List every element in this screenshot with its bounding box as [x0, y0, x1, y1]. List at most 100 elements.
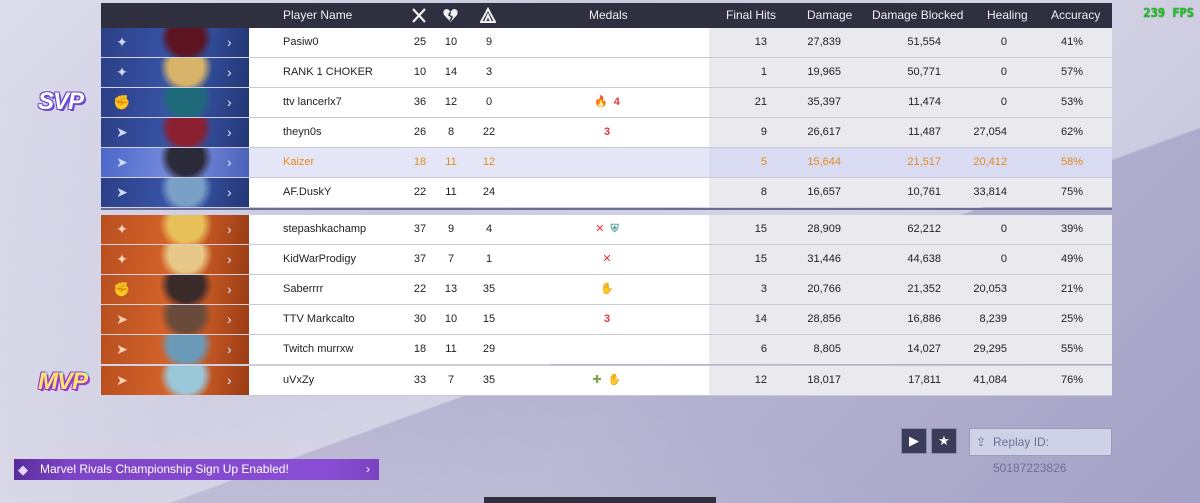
header-final-hits: Final Hits	[726, 8, 777, 22]
assists-value: 35	[482, 283, 496, 295]
replay-id-label: Replay ID: 50187223826	[993, 435, 1067, 475]
header-healing: Healing	[987, 8, 1028, 22]
medal-icon[interactable]: 4	[614, 96, 620, 108]
accuracy-value: 49%	[1060, 253, 1083, 265]
hero-portrait-image	[155, 335, 217, 364]
medal-icon[interactable]: ⛨	[610, 223, 618, 235]
chevron-right-icon: ›	[227, 341, 232, 357]
role-duelist-icon: ✊	[113, 94, 131, 110]
damage-blocked-value: 62,212	[907, 223, 941, 235]
player-row[interactable]: ➤ › TTV Markcalto 30 10 15 3 14 28,856 16,886 8,23…	[101, 305, 1112, 334]
hero-portrait[interactable]: ➤ ›	[101, 305, 249, 334]
medal-icon[interactable]: ✋	[600, 283, 614, 295]
damage-value: 16,657	[807, 186, 841, 198]
row-separator	[249, 395, 1112, 396]
accuracy-value: 25%	[1060, 313, 1083, 325]
medal-icon[interactable]: ✕	[595, 223, 604, 235]
chevron-right-icon: ›	[227, 154, 232, 170]
damage-value: 19,965	[807, 66, 841, 78]
damage-value: 27,839	[807, 36, 841, 48]
player-name: Twitch murrxw	[283, 343, 354, 355]
mvp-badge: MVP	[38, 368, 88, 395]
medal-icon[interactable]: ✋	[608, 374, 622, 386]
kills-value: 22	[413, 186, 427, 198]
final-hits-value: 15	[754, 253, 767, 265]
kills-value: 25	[413, 36, 427, 48]
championship-banner[interactable]: ◆ Marvel Rivals Championship Sign Up Ena…	[14, 459, 379, 480]
player-row[interactable]: ➤ › uVxZy 33 7 35 ✚ ✋ 12 18,017 17,811 41,084 76%	[101, 366, 1112, 395]
replay-id-button[interactable]: ⇪ Replay ID: 50187223826	[969, 428, 1112, 475]
hero-portrait-image	[155, 88, 217, 117]
player-row[interactable]: ✦ › stepashkachamp 37 9 4 ✕ ⛨ 15 28,909 62,212 0 39%	[101, 215, 1112, 244]
damage-value: 26,617	[807, 126, 841, 138]
accuracy-value: 53%	[1060, 96, 1083, 108]
hero-portrait[interactable]: ✦ ›	[101, 58, 249, 87]
player-row[interactable]: ➤ › Kaizer 18 11 12 5 15,644 21,517 20,412 58%	[101, 148, 1112, 177]
damage-value: 8,805	[813, 343, 841, 355]
hero-portrait[interactable]: ✊ ›	[101, 88, 249, 117]
medal-icon[interactable]: ✕	[602, 253, 611, 265]
final-hits-value: 8	[760, 186, 767, 198]
role-strategist-icon: ➤	[116, 372, 128, 388]
damage-blocked-value: 17,811	[908, 374, 941, 386]
kills-value: 26	[413, 126, 427, 138]
marvel-rivals-logo-icon: ◆	[18, 462, 28, 477]
accuracy-value: 58%	[1060, 156, 1083, 168]
medal-icon[interactable]: ✚	[593, 374, 602, 386]
player-row[interactable]: ➤ › theyn0s 26 8 22 3 9 26,617 11,487 27,054 62%	[101, 118, 1112, 147]
kills-value: 18	[413, 156, 427, 168]
player-row[interactable]: ➤ › Twitch murrxw 18 11 29 6 8,805 14,027 29,295 5…	[101, 335, 1112, 364]
hero-portrait-image	[155, 305, 217, 334]
deaths-value: 11	[445, 186, 457, 198]
chevron-right-icon: ›	[227, 124, 232, 140]
damage-blocked-value: 14,027	[907, 343, 941, 355]
deaths-value: 14	[444, 66, 458, 78]
row-separator	[249, 147, 1112, 148]
role-strategist-icon: ➤	[116, 124, 128, 140]
medal-icon[interactable]: 3	[604, 126, 610, 138]
hero-portrait[interactable]: ✦ ›	[101, 215, 249, 244]
deaths-value: 7	[447, 253, 455, 265]
favorite-button[interactable]: ★	[931, 428, 957, 454]
medal-icon[interactable]: 3	[604, 313, 610, 325]
player-row[interactable]: ✦ › KidWarProdigy 37 7 1 ✕ 15 31,446 44,638 0 49%	[101, 245, 1112, 274]
player-row[interactable]: ✦ › RANK 1 CHOKER 10 14 3 1 19,965 50,771 0 57%	[101, 58, 1112, 87]
deaths-value: 10	[444, 313, 458, 325]
hero-portrait[interactable]: ➤ ›	[101, 148, 249, 177]
row-separator	[249, 57, 1112, 58]
player-row[interactable]: ✊ › ttv lancerlx7 36 12 0 🔥 4 21 35,397 11,474 0 53%	[101, 88, 1112, 117]
damage-value: 20,766	[807, 283, 841, 295]
hero-portrait[interactable]: ➤ ›	[101, 118, 249, 147]
player-row[interactable]: ✦ › Pasiw0 25 10 9 13 27,839 51,554 0 41%	[101, 28, 1112, 57]
healing-value: 0	[1000, 253, 1007, 265]
star-icon: ★	[938, 433, 950, 448]
player-row[interactable]: ➤ › AF.DuskY 22 11 24 8 16,657 10,761 33,814 75%	[101, 178, 1112, 207]
assists-value: 9	[485, 36, 493, 48]
hero-portrait[interactable]: ➤ ›	[101, 335, 249, 364]
hero-portrait-image	[155, 58, 217, 87]
assists-value: 29	[482, 343, 496, 355]
hero-portrait[interactable]: ➤ ›	[101, 178, 249, 207]
accuracy-value: 62%	[1060, 126, 1083, 138]
hero-portrait[interactable]: ➤ ›	[101, 366, 249, 395]
row-separator	[249, 334, 1112, 335]
row-separator	[249, 177, 1112, 178]
medals-cell: 3	[587, 118, 627, 147]
healing-value: 27,054	[973, 126, 1007, 138]
assists-value: 15	[482, 313, 496, 325]
accuracy-value: 57%	[1060, 66, 1083, 78]
healing-value: 0	[1000, 36, 1007, 48]
row-separator	[249, 117, 1112, 118]
accuracy-value: 21%	[1060, 283, 1083, 295]
play-replay-button[interactable]: ▶	[901, 428, 927, 454]
medal-icon[interactable]: 🔥	[594, 96, 608, 108]
chevron-right-icon: ›	[227, 311, 232, 327]
hero-portrait[interactable]: ✦ ›	[101, 28, 249, 57]
healing-value: 29,295	[973, 343, 1007, 355]
hero-portrait-image	[155, 215, 217, 244]
hero-portrait[interactable]: ✊ ›	[101, 275, 249, 304]
player-row[interactable]: ✊ › Saberrrr 22 13 35 ✋ 3 20,766 21,352 20,053 21%	[101, 275, 1112, 304]
hero-portrait[interactable]: ✦ ›	[101, 245, 249, 274]
healing-value: 0	[1000, 96, 1007, 108]
final-hits-value: 14	[754, 313, 767, 325]
